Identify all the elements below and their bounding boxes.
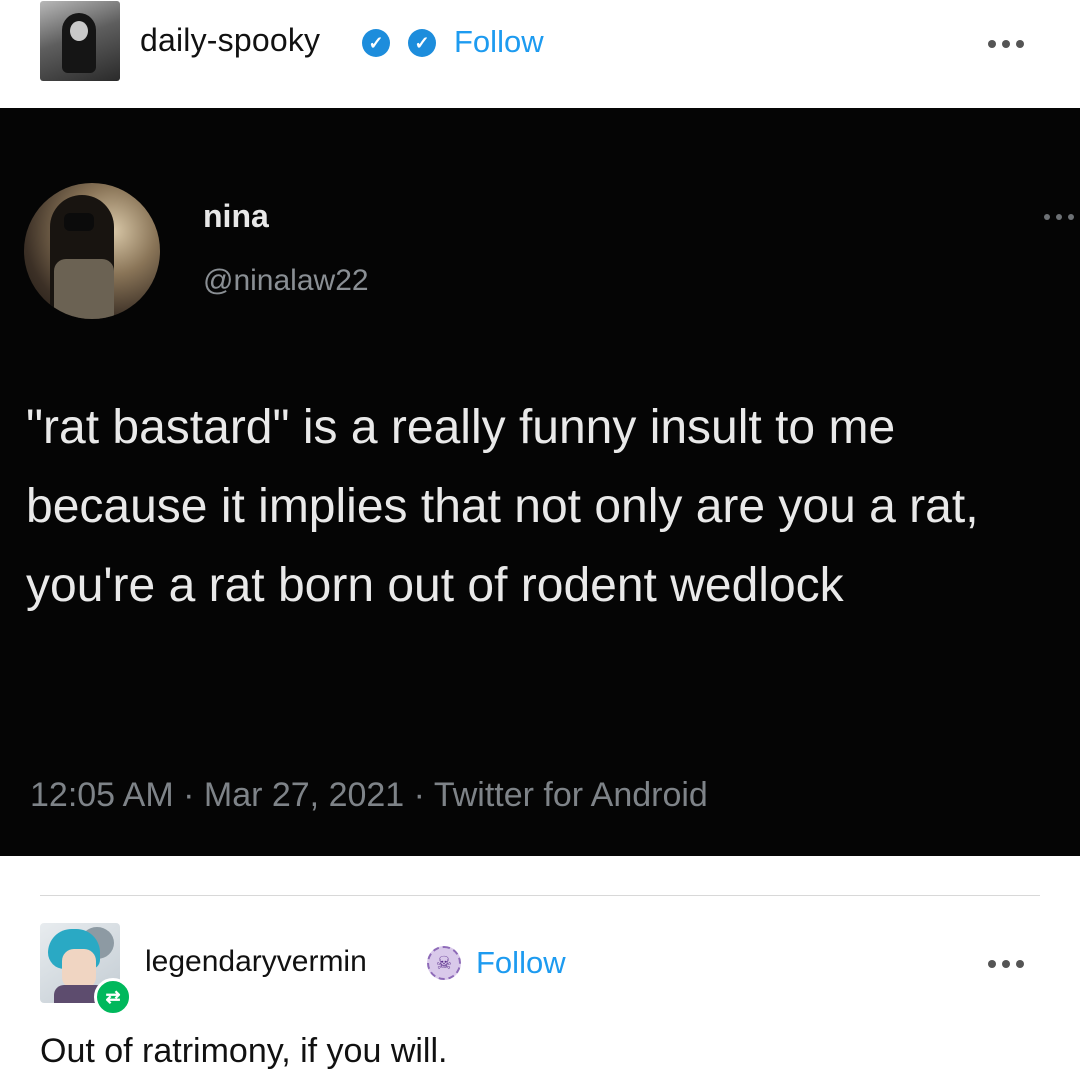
- follow-button[interactable]: Follow: [476, 945, 566, 981]
- tweet-author-name: nina: [203, 198, 269, 234]
- more-options-icon[interactable]: [988, 40, 1024, 48]
- follow-button[interactable]: Follow: [454, 24, 544, 60]
- skull-badge-icon: ☠: [427, 946, 461, 980]
- post-divider: [40, 895, 1040, 896]
- verified-check-icon: ✓: [362, 29, 390, 57]
- tweet-screenshot: nina @ninalaw22 "rat bastard" is a reall…: [0, 108, 1080, 856]
- verified-check-icon: ✓: [408, 29, 436, 57]
- reblog-icon: ⇄: [94, 978, 132, 1016]
- tweet-text: "rat bastard" is a really funny insult t…: [26, 401, 979, 612]
- tweet-timestamp: 12:05 AM · Mar 27, 2021 · Twitter for An…: [30, 776, 708, 814]
- daily-spooky-avatar[interactable]: [40, 1, 120, 81]
- more-options-icon[interactable]: [988, 960, 1024, 968]
- reply-text: Out of ratrimony, if you will.: [40, 1032, 448, 1070]
- tweet-author-avatar: [24, 183, 160, 319]
- tweet-author-handle: @ninalaw22: [203, 264, 369, 297]
- post-author-username[interactable]: daily-spooky: [140, 22, 320, 59]
- tweet-more-icon: [1044, 214, 1074, 220]
- reply-author-username[interactable]: legendaryvermin: [145, 945, 367, 979]
